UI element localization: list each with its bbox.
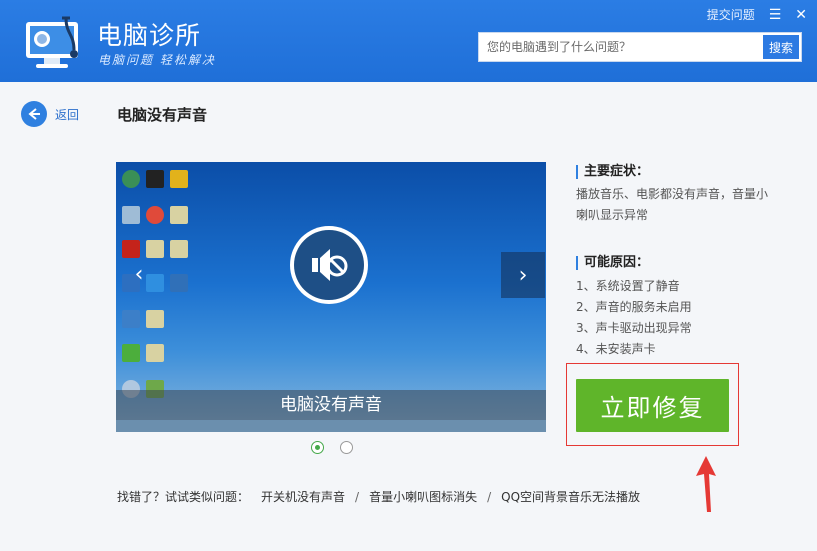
search-input[interactable] (479, 33, 763, 61)
causes-list: 1、系统设置了静音 2、声音的服务未启用 3、声卡驱动出现异常 4、未安装声卡 (576, 276, 692, 360)
desktop-icon (170, 240, 188, 258)
carousel-dot-1[interactable] (311, 441, 324, 454)
related-separator: / (487, 489, 492, 504)
app-slogan: 电脑问题 轻松解决 (98, 53, 216, 67)
back-arrow-icon (21, 101, 47, 127)
search-box: 搜索 (478, 32, 802, 62)
app-title: 电脑诊所 (97, 21, 202, 50)
close-icon[interactable]: ✕ (795, 8, 807, 22)
related-separator: / (355, 489, 360, 504)
monitor-stethoscope-icon (26, 16, 78, 68)
red-arrow-icon (696, 456, 716, 512)
chevron-right-icon[interactable]: › (501, 252, 545, 298)
window-controls: 提交问题 ☰ ✕ (707, 6, 807, 23)
symptoms-title: 主要症状： (576, 165, 649, 179)
related-questions: 找错了？试试类似问题： 开关机没有声音 / 音量小喇叭图标消失 / QQ空间背景… (117, 488, 640, 505)
list-item: 4、未安装声卡 (576, 342, 656, 356)
menu-icon[interactable]: ☰ (769, 8, 782, 22)
carousel-caption: 电脑没有声音 (116, 390, 546, 420)
problem-carousel: ‹ › 电脑没有声音 (116, 162, 546, 432)
related-link-2[interactable]: 音量小喇叭图标消失 (369, 488, 477, 505)
feedback-link[interactable]: 提交问题 (707, 6, 755, 23)
carousel-dots (311, 441, 353, 454)
app-header: 电脑诊所 电脑问题 轻松解决 提交问题 ☰ ✕ 搜索 (0, 0, 817, 82)
list-item: 1、系统设置了静音 (576, 279, 680, 293)
list-item: 3、声卡驱动出现异常 (576, 321, 692, 335)
desktop-icon (170, 206, 188, 224)
desktop-icon (146, 206, 164, 224)
list-item: 2、声音的服务未启用 (576, 300, 692, 314)
symptoms-text: 播放音乐、电影都没有声音，音量小喇叭显示异常 (576, 187, 769, 222)
desktop-icon (146, 170, 164, 188)
mute-speaker-icon (290, 226, 368, 304)
chevron-left-icon[interactable]: ‹ (124, 254, 154, 294)
back-button[interactable]: 返回 (21, 101, 79, 127)
desktop-icon (170, 170, 188, 188)
back-label: 返回 (55, 107, 80, 122)
desktop-icon (170, 274, 188, 292)
fix-now-button[interactable]: 立即修复 (576, 379, 729, 432)
search-button[interactable]: 搜索 (763, 35, 799, 59)
carousel-dot-2[interactable] (340, 441, 353, 454)
related-link-3[interactable]: QQ空间背景音乐无法播放 (501, 488, 640, 505)
desktop-icon (122, 206, 140, 224)
desktop-icon (122, 170, 140, 188)
desktop-icon (122, 344, 140, 362)
related-label: 找错了？试试类似问题： (117, 490, 250, 504)
desktop-icon (146, 310, 164, 328)
page-title: 电脑没有声音 (117, 106, 208, 124)
related-link-1[interactable]: 开关机没有声音 (261, 488, 345, 505)
desktop-icon (146, 344, 164, 362)
causes-title: 可能原因： (576, 256, 649, 270)
desktop-icon (122, 310, 140, 328)
desktop-taskbar (116, 420, 546, 432)
